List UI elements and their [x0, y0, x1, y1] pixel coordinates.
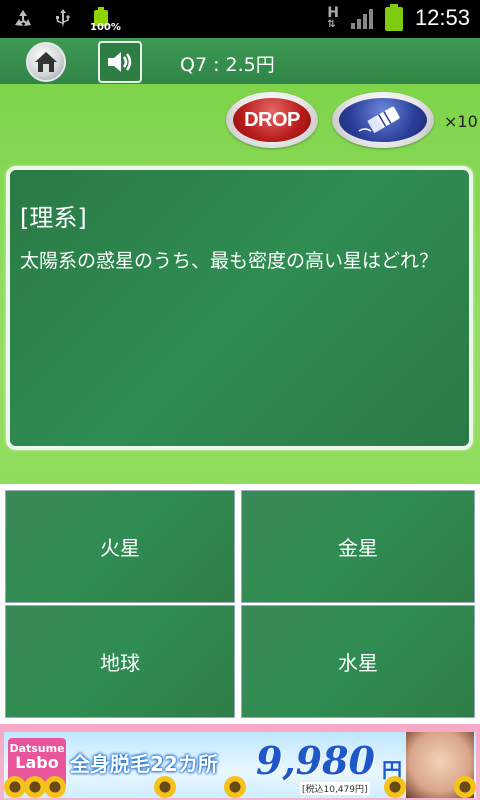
- drop-button[interactable]: DROP: [226, 92, 318, 148]
- answer-button-2[interactable]: 金星: [241, 490, 475, 603]
- question-category: [理系]: [20, 204, 87, 232]
- drop-label: DROP: [233, 98, 311, 142]
- network-type-icon: H ⇅: [327, 5, 339, 30]
- quiz-header: Q7 : 2.5円: [0, 38, 480, 84]
- home-icon: [35, 52, 57, 72]
- ad-copy: 全身脱毛22カ所: [70, 752, 218, 776]
- answer-button-3[interactable]: 地球: [5, 605, 235, 718]
- battery-percent: 100%: [90, 22, 121, 33]
- signal-icon: [350, 7, 373, 29]
- usb-icon: [50, 6, 76, 32]
- answer-button-1[interactable]: 火星: [5, 490, 235, 603]
- sunflower-icon: [384, 776, 406, 798]
- ad-price: 9,980: [256, 738, 375, 783]
- eraser-count: ×10: [444, 112, 478, 131]
- question-panel: [理系] 太陽系の惑星のうち、最も密度の高い星はどれ？: [6, 166, 473, 450]
- answer-grid: 火星 金星 地球 水星: [0, 484, 480, 724]
- eraser-button[interactable]: [332, 92, 434, 148]
- question-board: DROP ×10 [理系] 太陽系の惑星のうち、最も密度の高い星はどれ？: [0, 84, 480, 484]
- sound-toggle-button[interactable]: [98, 41, 142, 83]
- sunflower-icon: [24, 776, 46, 798]
- status-bar: 100% H ⇅ 12:53: [0, 0, 480, 38]
- question-number-prize: Q7 : 2.5円: [180, 54, 275, 76]
- eraser-icon: [358, 106, 400, 134]
- ad-tax: [税込10,479円]: [300, 782, 370, 795]
- recycle-icon: [10, 6, 36, 32]
- sunflower-icon: [224, 776, 246, 798]
- sunflower-icon: [154, 776, 176, 798]
- battery-icon: [384, 4, 403, 32]
- ad-banner[interactable]: Datsume Labo 全身脱毛22カ所 9,980 円 [税込10,479円…: [0, 724, 480, 800]
- clock: 12:53: [414, 5, 470, 30]
- sunflower-icon: [44, 776, 66, 798]
- sunflower-icon: [454, 776, 476, 798]
- sunflower-icon: [4, 776, 26, 798]
- speaker-icon: [108, 52, 132, 72]
- answer-button-4[interactable]: 水星: [241, 605, 475, 718]
- home-button[interactable]: [26, 42, 66, 82]
- question-text: 太陽系の惑星のうち、最も密度の高い星はどれ？: [20, 250, 439, 272]
